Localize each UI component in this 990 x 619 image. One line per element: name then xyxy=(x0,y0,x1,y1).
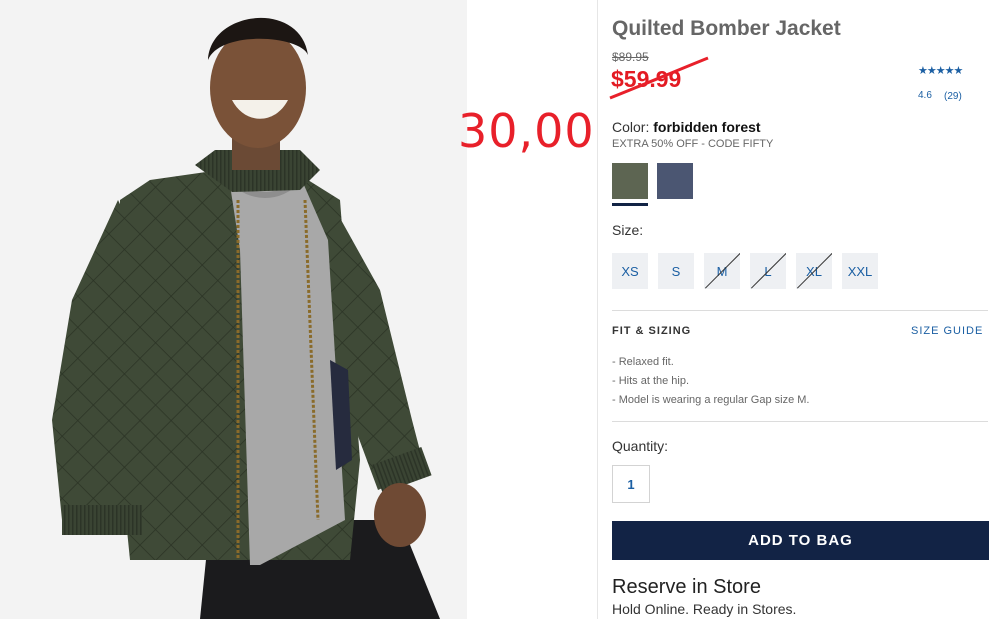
rating-stars-icon: ★★★★★ xyxy=(918,65,963,77)
color-swatch-forbidden-forest[interactable] xyxy=(612,163,648,199)
rating-score: 4.6 xyxy=(918,90,932,101)
price-annotation: 30,00 xyxy=(458,104,595,158)
product-title: Quilted Bomber Jacket xyxy=(612,17,841,40)
color-selection: Color: forbidden forest xyxy=(612,119,761,135)
size-option-l-unavailable[interactable]: L xyxy=(750,253,786,289)
list-item: Hits at the hip. xyxy=(612,372,809,391)
size-option-s[interactable]: S xyxy=(658,253,694,289)
product-rating[interactable]: ★★★★★ 4.6 (29) xyxy=(918,64,988,102)
fit-details-list: Relaxed fit. Hits at the hip. Model is w… xyxy=(612,353,810,410)
size-option-xs[interactable]: XS xyxy=(612,253,648,289)
size-option-xl-unavailable[interactable]: XL xyxy=(796,253,832,289)
quantity-label: Quantity: xyxy=(612,438,669,454)
color-swatch-navy[interactable] xyxy=(657,163,693,199)
price-strike-mark xyxy=(609,56,709,100)
size-option-xxl[interactable]: XXL xyxy=(842,253,878,289)
selected-color-name: forbidden forest xyxy=(653,119,761,135)
size-label: Size: xyxy=(612,222,644,238)
divider xyxy=(612,421,988,422)
product-info-panel: Quilted Bomber Jacket $89.95 $59.99 ★★★★… xyxy=(597,0,990,619)
selected-swatch-indicator xyxy=(612,203,648,206)
product-image xyxy=(0,0,467,619)
quantity-input[interactable]: 1 xyxy=(612,465,650,503)
list-item: Relaxed fit. xyxy=(612,353,809,372)
size-option-m-unavailable[interactable]: M xyxy=(704,253,740,289)
add-to-bag-button[interactable]: ADD TO BAG xyxy=(612,521,989,560)
reserve-in-store-heading: Reserve in Store xyxy=(612,576,761,598)
size-guide-link[interactable]: SIZE GUIDE xyxy=(911,325,983,337)
divider xyxy=(612,310,988,311)
color-label: Color: xyxy=(612,119,650,135)
rating-count[interactable]: (29) xyxy=(944,91,962,102)
promo-code-text: EXTRA 50% OFF - CODE FIFTY xyxy=(612,138,774,150)
reserve-in-store-subtitle: Hold Online. Ready in Stores. xyxy=(612,601,797,617)
fit-sizing-heading: FIT & SIZING xyxy=(612,325,692,337)
list-item: Model is wearing a regular Gap size M. xyxy=(612,391,810,410)
